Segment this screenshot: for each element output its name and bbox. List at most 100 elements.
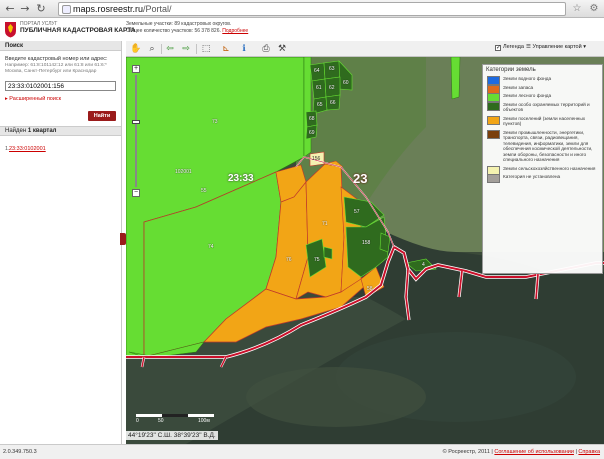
found-label: Найден bbox=[5, 128, 27, 134]
search-input[interactable] bbox=[5, 81, 116, 91]
legend-label: Земли особо охраняемых территорий и объе… bbox=[503, 101, 590, 113]
help-link[interactable]: Справка bbox=[578, 449, 600, 455]
scale-label: 50 bbox=[158, 418, 164, 424]
found-count: 1 квартал bbox=[27, 128, 57, 134]
copyright-text: © Росреестр, 2011 bbox=[442, 449, 490, 455]
plot-label: 75 bbox=[314, 257, 320, 263]
search-hint-text: Введите кадастровый номер или адрес: bbox=[5, 56, 108, 62]
status-version: 2.0.349.750.3 bbox=[3, 449, 37, 455]
plot-label: 76 bbox=[286, 257, 292, 263]
measure-icon[interactable]: ⊾ bbox=[220, 43, 232, 55]
legend-item: Земли водного фонда bbox=[486, 76, 599, 85]
coat-of-arms-icon bbox=[5, 22, 16, 38]
plot-label: 57 bbox=[354, 209, 360, 215]
terms-link[interactable]: Соглашение об использовании bbox=[494, 449, 574, 455]
map-control-label: Управление картой bbox=[532, 44, 582, 50]
reload-icon[interactable]: ↻ bbox=[34, 2, 48, 16]
plot-label: 73 bbox=[212, 119, 218, 125]
legend-checkbox[interactable]: ✓ bbox=[495, 45, 501, 51]
stats-details-link[interactable]: Подробнее bbox=[222, 28, 248, 34]
tools-dropdown-icon[interactable]: ⚒ bbox=[276, 43, 288, 55]
footer-links: © Росреестр, 2011 | Соглашение об исполь… bbox=[442, 449, 600, 455]
address-bar[interactable]: maps.rosreestr.ru/Portal/ bbox=[58, 2, 566, 16]
legend-item: Земли запаса bbox=[486, 84, 599, 94]
plot-label: 66 bbox=[330, 100, 336, 106]
plot-label: 71 bbox=[322, 221, 328, 227]
url-host: maps.rosreestr.ru bbox=[73, 4, 144, 14]
stats-line: Общее количество участков: 56 378 826. bbox=[126, 28, 221, 34]
browser-toolbar: ← → ↻ maps.rosreestr.ru/Portal/ ☆ ⚙ bbox=[0, 0, 604, 18]
plot-label: 158 bbox=[362, 240, 371, 246]
plot-label: 74 bbox=[208, 244, 214, 250]
plot-label: 61 bbox=[316, 85, 322, 91]
legend-label: Земли сельскохозяйственного назначения bbox=[503, 165, 596, 171]
legend-list: Земли водного фонда Земли запаса Земли лес… bbox=[486, 76, 599, 183]
find-button[interactable]: Найти bbox=[88, 111, 116, 121]
scale-segment bbox=[162, 414, 188, 417]
back-arrow-icon[interactable]: ← bbox=[3, 2, 17, 16]
plot-label: 63 bbox=[329, 66, 335, 72]
extended-search-label: Расширенный поиск bbox=[9, 96, 62, 102]
legend-item: Земли промышленности, энергетики, трансп… bbox=[486, 129, 599, 163]
plot-label: 156 bbox=[312, 156, 321, 162]
plot-label: 58 bbox=[367, 286, 373, 292]
zoom-out-button[interactable]: − bbox=[132, 189, 140, 197]
page-icon bbox=[62, 5, 71, 14]
legend-swatch bbox=[487, 174, 500, 183]
result-item-link[interactable]: 23:33:0102001 bbox=[9, 146, 46, 152]
legend-label: Земли запаса bbox=[503, 84, 534, 90]
plot-label: 65 bbox=[317, 102, 323, 108]
legend-toggle[interactable]: ✓ Легенда bbox=[495, 44, 524, 51]
zoom-track[interactable] bbox=[135, 75, 137, 187]
plot-label: 55 bbox=[201, 188, 207, 194]
coordinates-readout: 44°19'23" С.Ш. 38°39'23" В.Д. bbox=[126, 431, 218, 440]
results-header: Найден 1 квартал bbox=[0, 126, 121, 136]
select-area-icon[interactable]: ⬚ bbox=[200, 43, 212, 55]
stats-block: Земельные участки: 89 кадастровых округо… bbox=[126, 21, 248, 35]
legend-label: Земли лесного фонда bbox=[503, 93, 552, 98]
portal-title: ПУБЛИЧНАЯ КАДАСТРОВАЯ КАРТА bbox=[20, 27, 136, 34]
toolbar-separator bbox=[196, 44, 197, 54]
legend-label: Земли водного фонда bbox=[503, 76, 552, 81]
map-toolbar: ✋ ⌕ ⇦ ⇨ ⬚ ⊾ ℹ ⎙ ⚒ ✓ Легенда ☰ Управление … bbox=[126, 41, 604, 57]
legend-item: Земли лесного фонда bbox=[486, 93, 599, 102]
extended-search-link[interactable]: ▸ Расширенный поиск bbox=[5, 96, 61, 102]
identify-icon[interactable]: ℹ bbox=[238, 43, 250, 55]
scale-label: 0 bbox=[136, 418, 139, 424]
scale-label: 100м bbox=[198, 418, 210, 424]
stats-line: Земельные участки: 89 кадастровых округо… bbox=[126, 21, 232, 27]
plot-label: 64 bbox=[314, 68, 320, 74]
cadastral-map[interactable]: 102001 73 55 74 156 71 76 75 57 158 58 6… bbox=[126, 57, 604, 444]
search-sidebar: Поиск Введите кадастровый номер или адре… bbox=[0, 41, 122, 444]
wrench-icon[interactable]: ⚙ bbox=[587, 2, 601, 16]
star-icon[interactable]: ☆ bbox=[570, 2, 584, 16]
previous-view-icon[interactable]: ⇦ bbox=[164, 43, 176, 55]
legend-item: Земли особо охраняемых территорий и объе… bbox=[486, 101, 599, 113]
legend-title: Категории земель bbox=[486, 67, 536, 73]
scale-bar: 0 50 100м bbox=[136, 414, 216, 426]
legend-toggle-label: Легенда bbox=[503, 44, 524, 50]
legend-item: Категория не установлена bbox=[486, 174, 599, 183]
legend-label: Категория не установлена bbox=[503, 174, 561, 179]
zoom-box-icon[interactable]: ⌕ bbox=[146, 43, 158, 55]
pan-icon[interactable]: ✋ bbox=[130, 43, 142, 55]
zoom-in-button[interactable]: + bbox=[132, 65, 140, 73]
scale-segment bbox=[136, 414, 162, 417]
search-hint: Введите кадастровый номер или адрес: Нап… bbox=[5, 56, 117, 76]
next-view-icon[interactable]: ⇨ bbox=[180, 43, 192, 55]
legend-swatch bbox=[487, 115, 500, 125]
scale-segment bbox=[188, 414, 214, 417]
forward-arrow-icon[interactable]: → bbox=[18, 2, 32, 16]
legend-label: Земли поселений (земли населенных пункто… bbox=[503, 115, 586, 127]
print-icon[interactable]: ⎙ bbox=[260, 43, 272, 55]
zoom-slider-thumb[interactable] bbox=[132, 120, 140, 124]
plot-label: 4 bbox=[422, 262, 425, 268]
legend-item: Земли сельскохозяйственного назначения bbox=[486, 165, 599, 175]
legend-label: Земли промышленности, энергетики, трансп… bbox=[503, 129, 593, 163]
legend-item: Земли поселений (земли населенных пункто… bbox=[486, 115, 599, 127]
search-hint-example-2: Москва, Санкт-Петербург или Краснодар bbox=[5, 69, 97, 74]
map-control-dropdown[interactable]: ☰ Управление картой ▾ bbox=[526, 44, 586, 50]
plot-label: 69 bbox=[309, 130, 315, 136]
legend-panel: Категории земель Земли водного фонда Земл… bbox=[482, 64, 603, 274]
district-label: 23 bbox=[353, 171, 368, 186]
